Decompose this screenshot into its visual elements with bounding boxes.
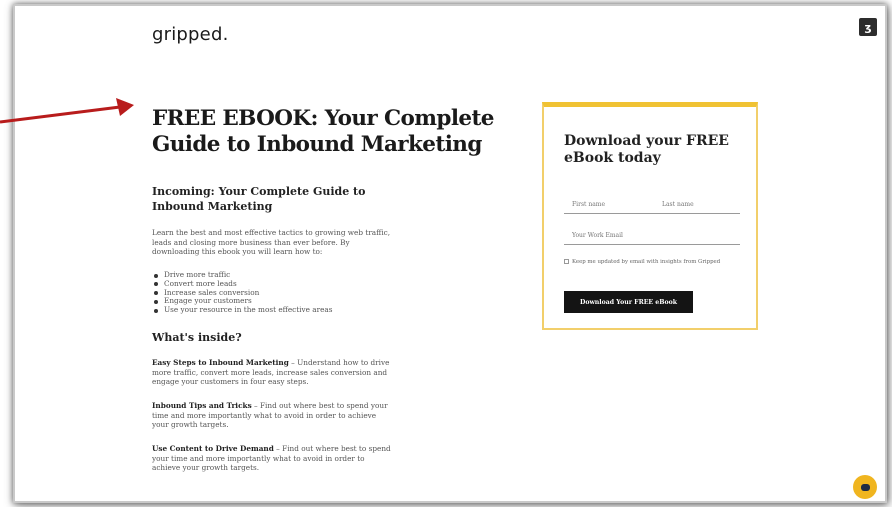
section-heading: Inbound Tips and Tricks [152, 401, 252, 410]
gripped-logo[interactable]: gripped. [152, 24, 229, 45]
checkbox-label: Keep me updated by email with insights f… [572, 259, 721, 265]
section-heading: Use Content to Drive Demand [152, 444, 274, 453]
page-title: FREE EBOOK: Your Complete Guide to Inbou… [152, 106, 494, 157]
updates-checkbox[interactable] [564, 259, 569, 264]
section-paragraph: Use Content to Drive Demand – Find out w… [152, 444, 392, 473]
download-form-card: Download your FREE eBook today Keep me u… [542, 102, 758, 330]
first-name-field[interactable] [564, 200, 654, 214]
section-paragraph: Easy Steps to Inbound Marketing – Unders… [152, 358, 392, 387]
download-ebook-button[interactable]: Download Your FREE eBook [564, 291, 693, 313]
chat-widget-button[interactable] [853, 475, 877, 499]
form-title: Download your FREE eBook today [564, 133, 729, 166]
intro-text: Learn the best and most effective tactic… [152, 228, 391, 256]
email-field[interactable] [564, 231, 740, 245]
hubspot-icon[interactable]: ʒ [859, 18, 877, 36]
ebook-subheading: Incoming: Your Complete Guide to Inbound… [152, 185, 366, 213]
chat-icon [860, 483, 870, 491]
last-name-field[interactable] [654, 200, 740, 214]
red-arrow-icon [0, 98, 134, 124]
benefits-list: Drive more traffic Convert more leads In… [152, 270, 333, 315]
section-heading: Easy Steps to Inbound Marketing [152, 358, 289, 367]
section-paragraph: Inbound Tips and Tricks – Find out where… [152, 401, 392, 430]
page-frame: gripped. ʒ FREE EBOOK: Your Complete Gui… [13, 4, 887, 503]
updates-checkbox-row[interactable]: Keep me updated by email with insights f… [564, 259, 740, 266]
whats-inside-heading: What's inside? [152, 331, 242, 344]
list-item: Use your resource in the most effective … [152, 305, 333, 315]
